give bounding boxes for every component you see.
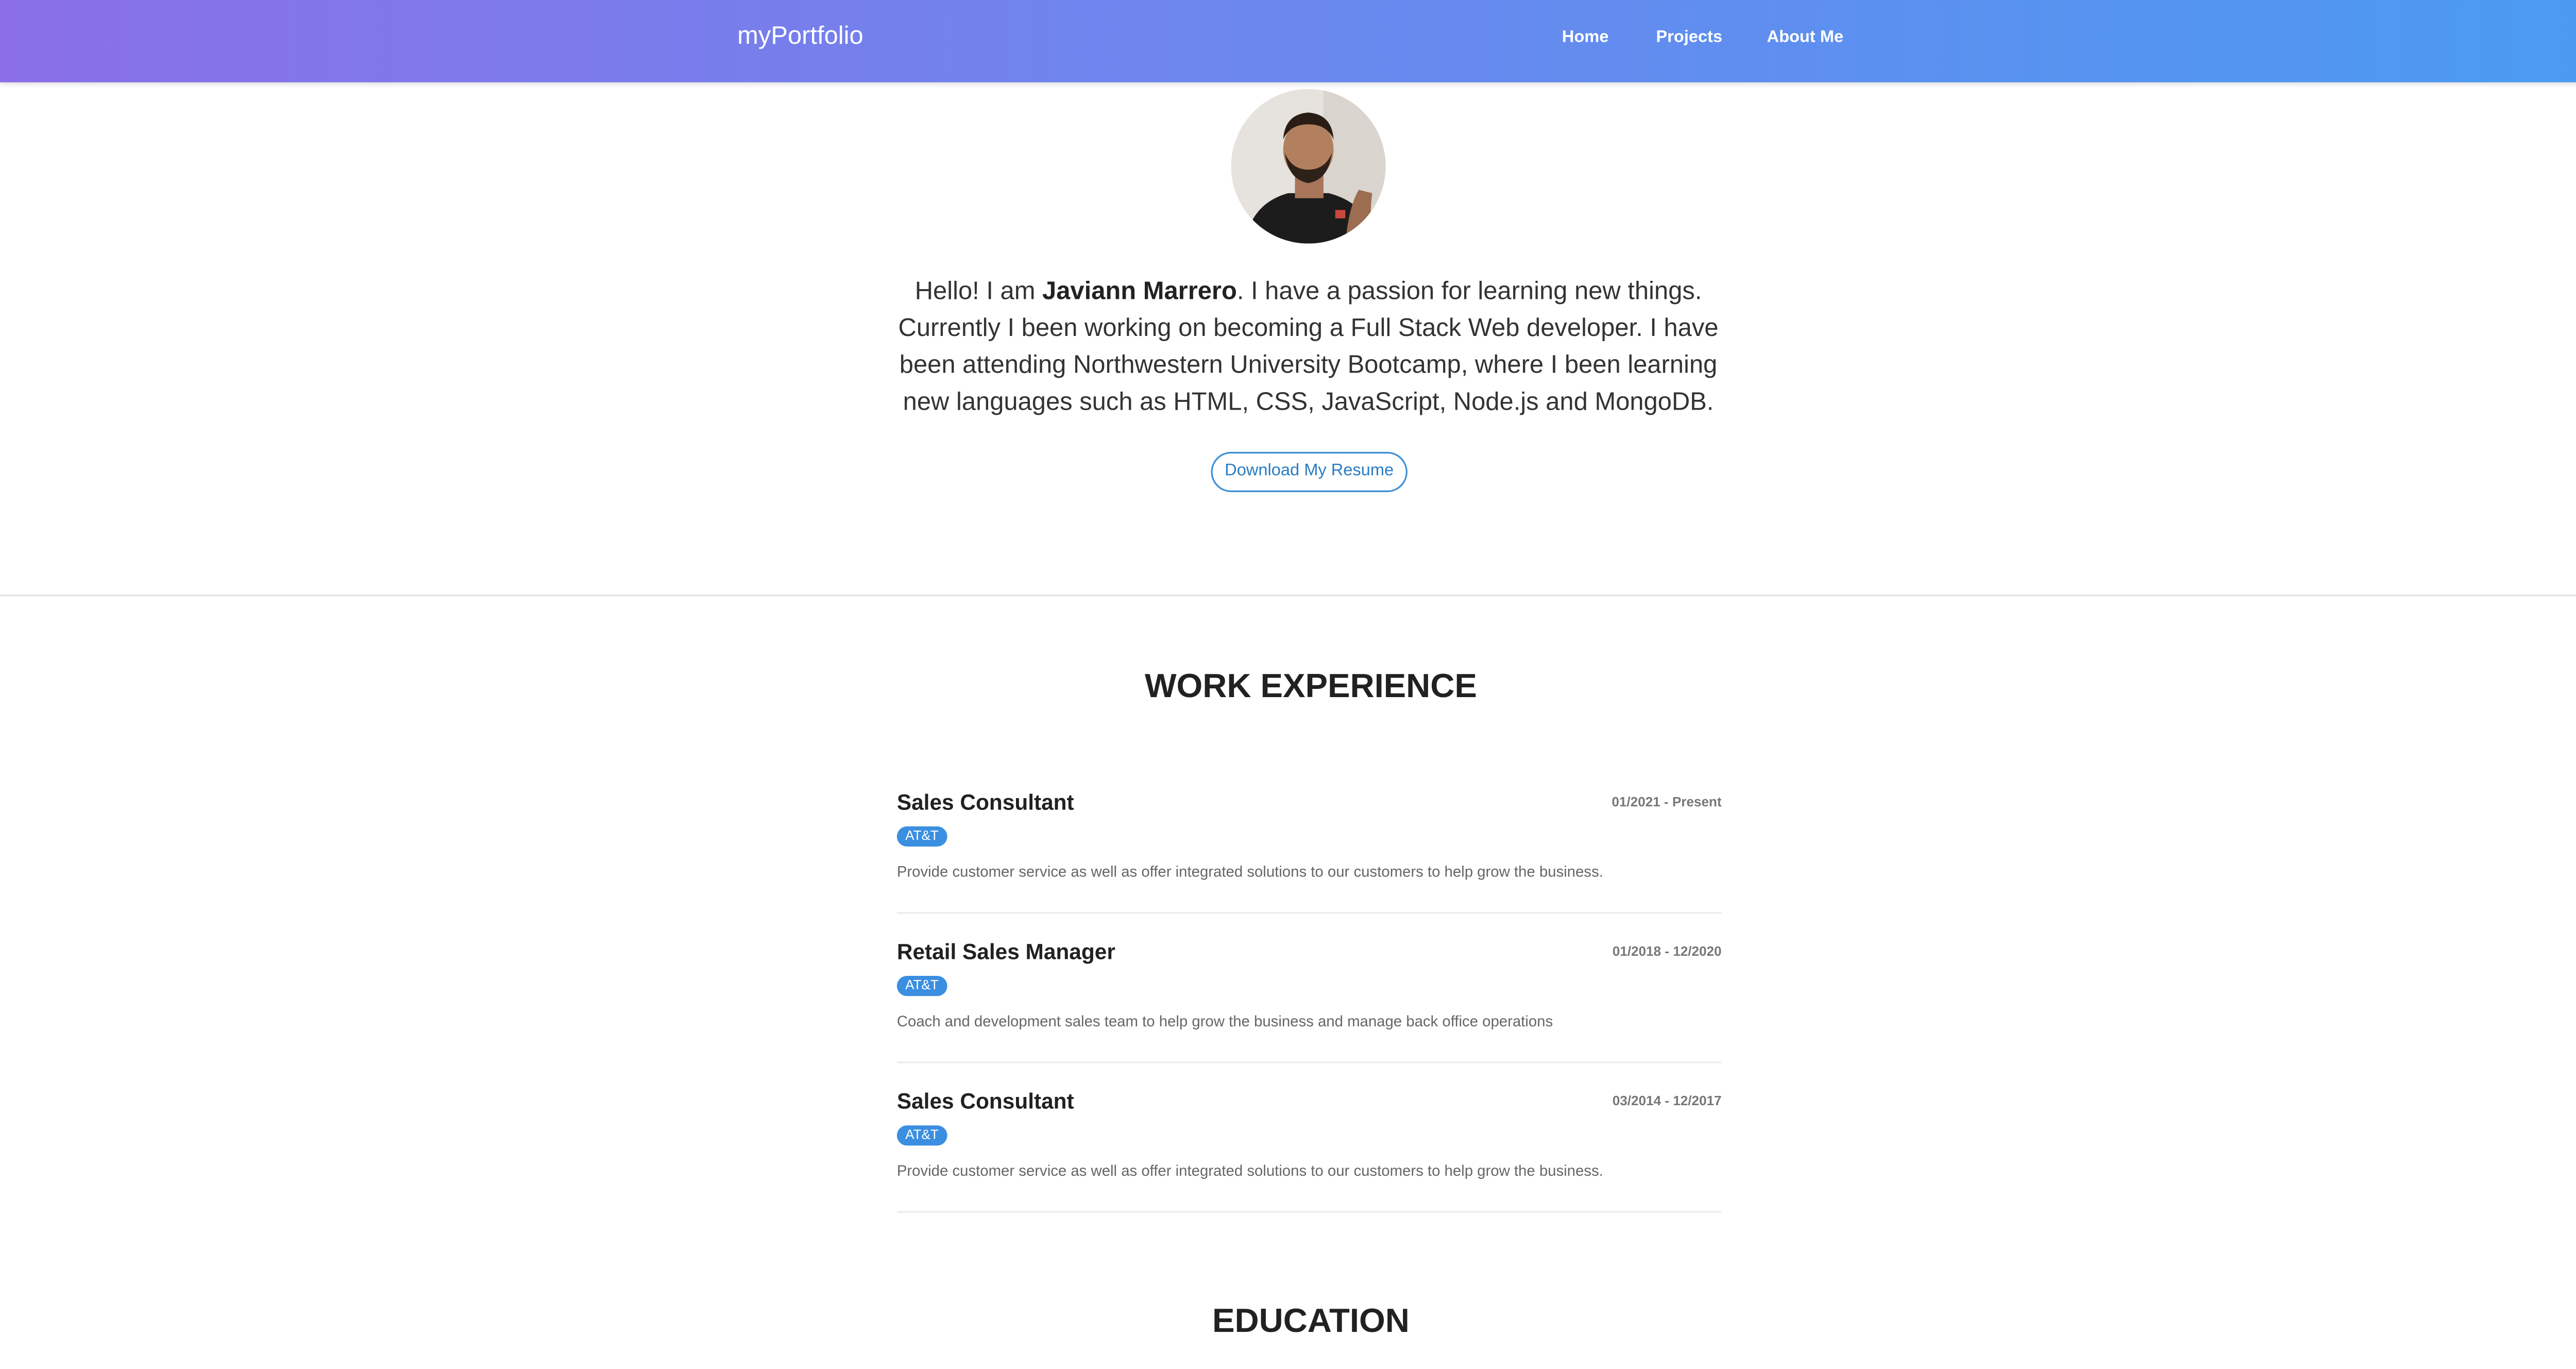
brand-logo-link[interactable]: myPortfolio [737, 22, 863, 50]
job-dates: 01/2018 - 12/2020 [1612, 944, 1722, 959]
download-resume-button[interactable]: Download My Resume [1211, 451, 1408, 493]
intro-text-start: Hello! I am [914, 277, 1043, 306]
job-entry: Sales Consultant 01/2021 - Present AT&T … [896, 789, 1722, 939]
profile-photo [1231, 89, 1386, 244]
nav-link-projects[interactable]: Projects [1656, 28, 1722, 47]
job-dates: 01/2021 - Present [1612, 794, 1722, 810]
job-title: Retail Sales Manager [896, 939, 1115, 965]
nav-link-home[interactable]: Home [1562, 28, 1609, 47]
profile-avatar [1231, 89, 1386, 244]
job-dates: 03/2014 - 12/2017 [1612, 1093, 1722, 1109]
company-badge: AT&T [896, 1125, 947, 1146]
job-divider [896, 1211, 1722, 1213]
job-description: Provide customer service as well as offe… [896, 1162, 1603, 1179]
nav-link-about-me[interactable]: About Me [1767, 28, 1843, 47]
intro-paragraph: Hello! I am Javiann Marrero. I have a pa… [890, 274, 1726, 421]
education-heading: EDUCATION [1212, 1303, 1410, 1341]
job-divider [896, 1061, 1722, 1063]
job-description: Coach and development sales team to help… [896, 1012, 1553, 1030]
page-viewport: myPortfolio Home Projects About Me Hello… [0, 0, 2576, 1369]
top-navbar: myPortfolio Home Projects About Me [0, 0, 2576, 82]
company-badge: AT&T [896, 826, 947, 847]
job-entry: Sales Consultant 03/2014 - 12/2017 AT&T … [896, 1088, 1722, 1238]
section-divider [0, 595, 2576, 597]
job-description: Provide customer service as well as offe… [896, 863, 1603, 881]
job-entry: Retail Sales Manager 01/2018 - 12/2020 A… [896, 939, 1722, 1088]
job-divider [896, 912, 1722, 914]
company-badge: AT&T [896, 976, 947, 996]
job-title: Sales Consultant [896, 789, 1074, 815]
job-title: Sales Consultant [896, 1088, 1074, 1114]
intro-name: Javiann Marrero [1042, 277, 1237, 306]
work-experience-heading: WORK EXPERIENCE [1144, 668, 1477, 706]
